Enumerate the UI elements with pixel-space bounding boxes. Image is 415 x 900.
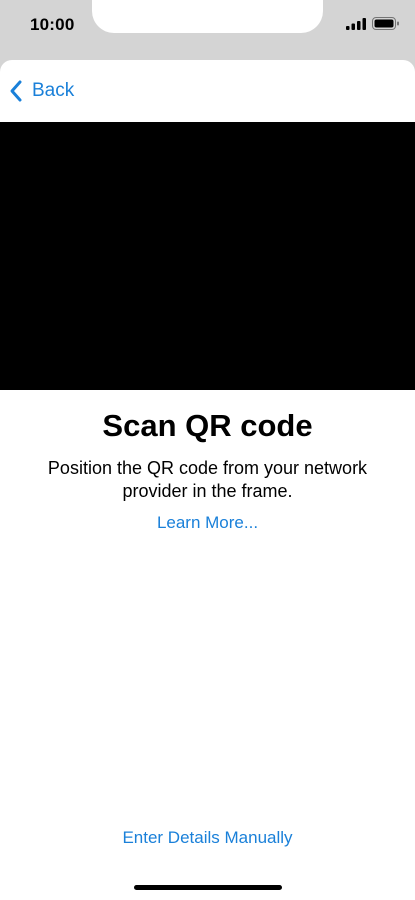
- home-indicator: [134, 885, 282, 890]
- cellular-signal-icon: [346, 18, 366, 30]
- scan-sheet: Back Scan QR code Position the QR code f…: [0, 60, 415, 900]
- page-title: Scan QR code: [102, 408, 313, 443]
- back-label: Back: [32, 80, 75, 101]
- notch: [92, 0, 323, 33]
- enter-details-manually-button[interactable]: Enter Details Manually: [0, 828, 415, 848]
- status-time: 10:00: [30, 15, 75, 34]
- scan-instructions: Position the QR code from your network p…: [47, 458, 368, 501]
- chevron-left-icon: [10, 80, 22, 102]
- navigation-bar: Back: [0, 60, 415, 122]
- back-button[interactable]: Back: [8, 76, 74, 106]
- camera-viewfinder: [0, 122, 415, 390]
- learn-more-link[interactable]: Learn More...: [0, 513, 415, 533]
- status-bar: 10:00: [0, 0, 415, 52]
- battery-icon: [372, 17, 399, 30]
